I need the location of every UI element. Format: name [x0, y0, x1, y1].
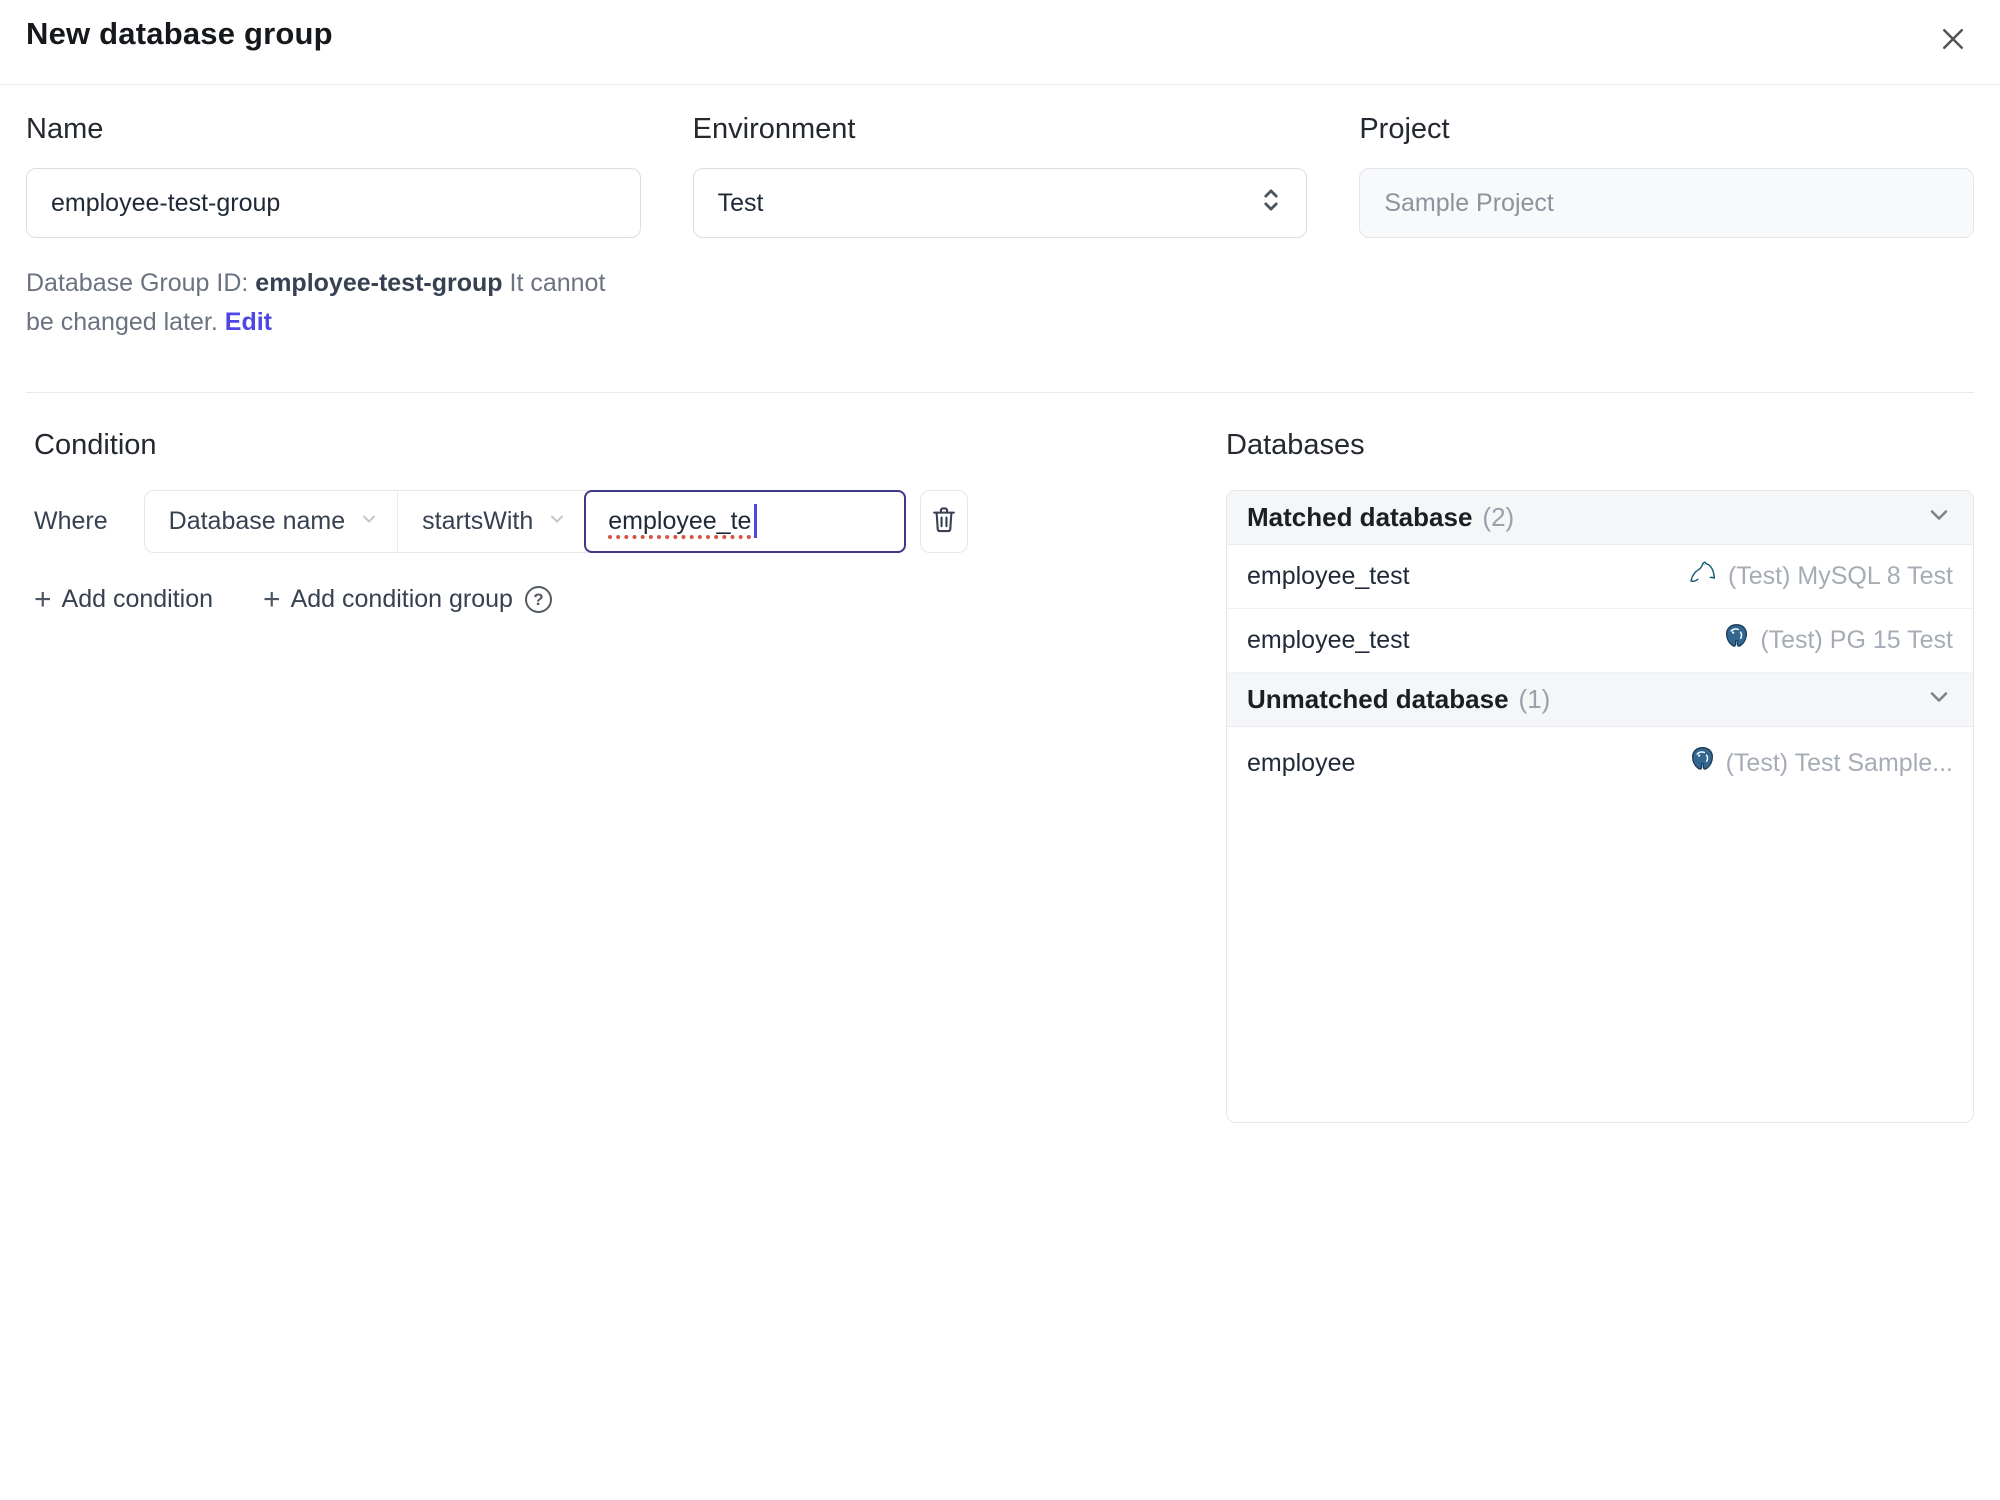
- databases-section: Databases Matched database (2) employee_t…: [1226, 429, 1974, 1123]
- chevron-down-icon: [1925, 683, 1953, 716]
- condition-actions: + Add condition + Add condition group ?: [34, 582, 1226, 616]
- operator-select[interactable]: startsWith: [397, 490, 585, 552]
- chevron-down-icon: [547, 507, 567, 536]
- factor-select-value: Database name: [168, 506, 346, 535]
- db-row: employee_test (Test) PG 15 Test: [1227, 609, 1973, 673]
- name-label: Name: [26, 113, 104, 145]
- group-id-hint-prefix: Database Group ID:: [26, 269, 256, 297]
- where-label: Where: [34, 506, 108, 535]
- name-field-block: Name employee-test-group Database Group …: [26, 113, 641, 342]
- group-id-value: employee-test-group: [255, 269, 503, 297]
- environment-select-value: Test: [717, 188, 764, 217]
- environment-field-block: Environment Test: [692, 113, 1308, 342]
- db-instance-label: (Test) Test Sample...: [1725, 749, 1953, 777]
- close-button[interactable]: [1932, 18, 1974, 63]
- matched-section-header[interactable]: Matched database (2): [1227, 490, 1973, 545]
- environment-select[interactable]: Test: [692, 168, 1308, 238]
- db-instance: (Test) PG 15 Test: [1723, 623, 1953, 658]
- trash-icon: [929, 504, 959, 539]
- add-condition-group-label: Add condition group: [290, 585, 513, 613]
- add-condition-button[interactable]: + Add condition: [34, 582, 214, 616]
- close-icon: [1938, 29, 1968, 57]
- db-name: employee_test: [1247, 625, 1410, 654]
- db-instance-label: (Test) PG 15 Test: [1760, 625, 1953, 654]
- databases-panel: Matched database (2) employee_test (Test…: [1226, 489, 1974, 1123]
- group-id-hint: Database Group ID: employee-test-group I…: [26, 264, 636, 342]
- db-instance: (Test) MySQL 8 Test: [1688, 560, 1953, 593]
- name-input-value: employee-test-group: [51, 188, 281, 217]
- project-input: Sample Project: [1359, 168, 1974, 238]
- db-name: employee_test: [1247, 561, 1410, 590]
- add-condition-label: Add condition: [61, 585, 214, 613]
- condition-heading: Condition: [34, 428, 157, 461]
- plus-icon: +: [34, 582, 52, 616]
- databases-heading: Databases: [1226, 428, 1365, 461]
- matched-section-title: Matched database: [1247, 501, 1473, 532]
- panel-empty-area: [1227, 800, 1973, 1122]
- operator-select-value: startsWith: [422, 506, 534, 535]
- condition-row: Where Database name startsWith employee_…: [34, 489, 1226, 553]
- text-caret: [754, 504, 758, 538]
- help-icon[interactable]: ?: [524, 586, 552, 613]
- name-input[interactable]: employee-test-group: [26, 168, 641, 238]
- dialog-title: New database group: [26, 16, 333, 51]
- factor-select[interactable]: Database name: [145, 491, 398, 552]
- postgresql-icon: [1723, 623, 1750, 658]
- updown-chevron-icon: [1260, 187, 1282, 220]
- condition-section: Condition Where Database name startsWith: [26, 429, 1226, 615]
- unmatched-section-header[interactable]: Unmatched database (1): [1227, 672, 1973, 727]
- db-row: employee (Test) Test Sample...: [1227, 727, 1973, 801]
- unmatched-section-title: Unmatched database: [1247, 683, 1509, 714]
- edit-link[interactable]: Edit: [225, 308, 272, 336]
- project-input-value: Sample Project: [1384, 188, 1554, 217]
- condition-group: Database name startsWith employee_te: [143, 489, 907, 553]
- chevron-down-icon: [359, 507, 379, 536]
- project-field-block: Project Sample Project: [1359, 113, 1974, 342]
- db-instance-label: (Test) MySQL 8 Test: [1727, 561, 1953, 590]
- matched-section-count: (2): [1482, 501, 1515, 532]
- form-section: Name employee-test-group Database Group …: [0, 85, 2000, 342]
- db-instance: (Test) Test Sample...: [1689, 746, 1953, 781]
- delete-condition-button[interactable]: [920, 489, 969, 553]
- unmatched-section-count: (1): [1518, 683, 1551, 714]
- project-label: Project: [1359, 113, 1450, 145]
- condition-value-input[interactable]: employee_te: [584, 489, 907, 553]
- plus-icon: +: [263, 582, 281, 616]
- db-row: employee_test (Test) MySQL 8 Test: [1227, 545, 1973, 609]
- environment-label: Environment: [692, 113, 856, 145]
- mysql-icon: [1688, 560, 1718, 593]
- add-condition-group-button[interactable]: + Add condition group ?: [263, 582, 552, 616]
- condition-value-text: employee_te: [608, 506, 752, 535]
- chevron-down-icon: [1925, 501, 1953, 534]
- db-name: employee: [1247, 749, 1356, 777]
- postgresql-icon: [1689, 746, 1716, 781]
- dialog-header: New database group: [0, 0, 2000, 85]
